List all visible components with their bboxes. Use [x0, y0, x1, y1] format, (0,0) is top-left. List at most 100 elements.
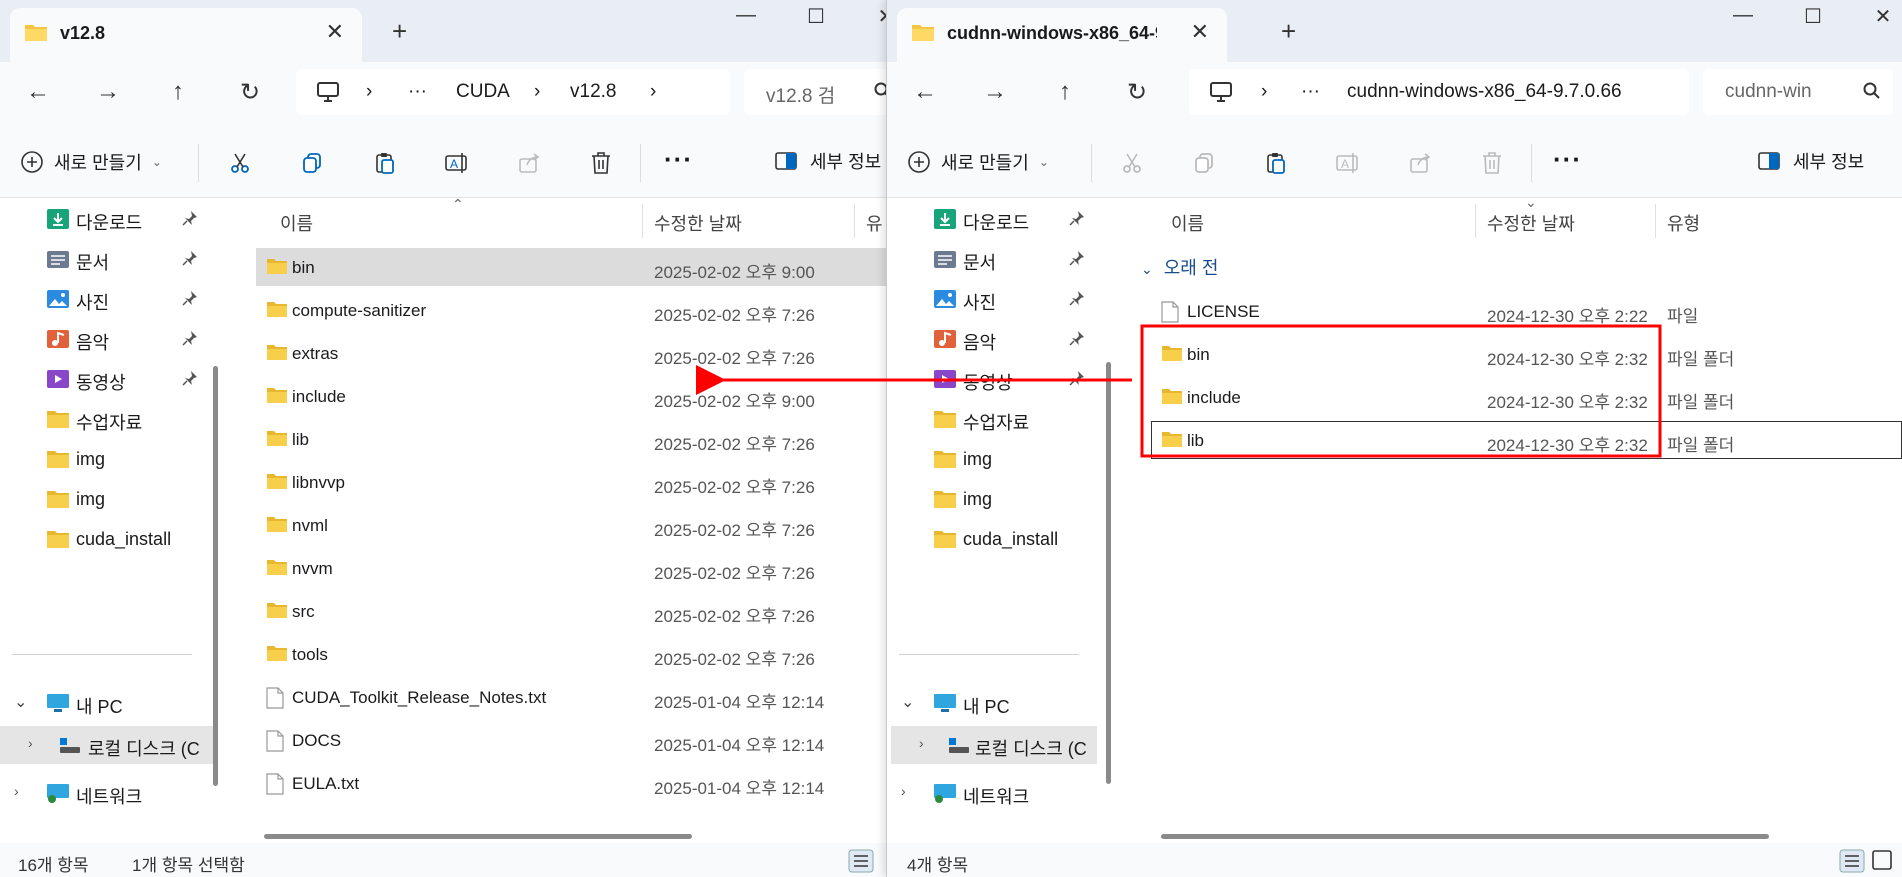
nav-local-disk[interactable]: › 로컬 디스크 (C — [0, 726, 218, 764]
nav-network[interactable]: › 네트워크 — [887, 774, 1097, 812]
file-row[interactable]: EULA.txt2025-01-04 오후 12:14텍 — [256, 764, 886, 802]
cut-icon[interactable] — [1117, 148, 1147, 178]
maximize-button[interactable]: ☐ — [1793, 4, 1833, 29]
maximize-button[interactable]: ☐ — [796, 4, 836, 29]
chevron-down-icon[interactable]: ⌄ — [14, 692, 27, 712]
nav-this-pc[interactable]: ⌄ 내 PC — [0, 684, 210, 722]
close-tab-icon[interactable]: ✕ — [326, 19, 344, 45]
file-row[interactable]: nvvm2025-02-02 오후 7:26파 — [256, 549, 886, 587]
breadcrumb-v12-8[interactable]: v12.8 — [570, 81, 616, 103]
chevron-right-icon[interactable]: › — [919, 735, 924, 751]
breadcrumb-more[interactable]: ··· — [408, 81, 427, 103]
sidebar-item[interactable]: 다운로드 — [0, 200, 210, 238]
file-row[interactable]: lib2025-02-02 오후 7:26파 — [256, 420, 886, 458]
sidebar-item[interactable]: 다운로드 — [887, 200, 1097, 238]
file-row[interactable]: libnvvp2025-02-02 오후 7:26파 — [256, 463, 886, 501]
close-tab-icon[interactable]: ✕ — [1191, 19, 1209, 45]
refresh-button[interactable]: ↻ — [1119, 78, 1155, 107]
details-button[interactable]: 세부 정보 — [774, 148, 881, 174]
file-row[interactable]: tools2025-02-02 오후 7:26파 — [256, 635, 886, 673]
breadcrumb-cudnn[interactable]: cudnn-windows-x86_64-9.7.0.66 — [1347, 81, 1647, 103]
chevron-right-icon[interactable]: › — [28, 735, 33, 751]
sidebar-item[interactable]: img — [0, 480, 210, 518]
sidebar-item[interactable]: 음악 — [0, 320, 210, 358]
file-row[interactable]: lib 2024-12-30 오후 2:32 파일 폴더 — [1151, 421, 1902, 459]
nav-scrollbar[interactable] — [213, 366, 218, 786]
forward-button[interactable]: → — [977, 78, 1013, 106]
copy-icon[interactable] — [1189, 148, 1219, 178]
column-divider[interactable] — [854, 204, 855, 238]
paste-icon[interactable] — [1261, 148, 1291, 178]
sidebar-item[interactable]: cuda_install — [0, 520, 210, 558]
breadcrumb-more[interactable]: ··· — [1301, 81, 1320, 103]
column-divider[interactable] — [1475, 204, 1476, 238]
nav-this-pc[interactable]: ⌄ 내 PC — [887, 684, 1097, 722]
file-row[interactable]: DOCS2025-01-04 오후 12:14파 — [256, 721, 886, 759]
column-header-name[interactable]: 이름 — [1171, 210, 1204, 236]
new-tab-button[interactable]: + — [1281, 16, 1296, 47]
sidebar-item[interactable]: img — [887, 440, 1097, 478]
large-icons-view-icon[interactable] — [1871, 849, 1893, 871]
details-button[interactable]: 세부 정보 — [1757, 148, 1864, 174]
nav-scrollbar[interactable] — [1106, 362, 1111, 784]
sidebar-item[interactable]: img — [887, 480, 1097, 518]
breadcrumb-cuda[interactable]: CUDA — [456, 81, 510, 103]
sidebar-item[interactable]: 동영상 — [887, 360, 1097, 398]
sidebar-item[interactable]: 사진 — [0, 280, 210, 318]
file-row[interactable]: src2025-02-02 오후 7:26파 — [256, 592, 886, 630]
column-header-name[interactable]: 이름 — [280, 210, 313, 236]
sidebar-item[interactable]: 수업자료 — [887, 400, 1097, 438]
file-row[interactable]: LICENSE 2024-12-30 오후 2:22 파일 — [1151, 292, 1902, 330]
cut-icon[interactable] — [225, 148, 255, 178]
nav-local-disk[interactable]: › 로컬 디스크 (C — [891, 726, 1097, 764]
nav-network[interactable]: › 네트워크 — [0, 774, 210, 812]
up-button[interactable]: ↑ — [160, 78, 196, 106]
file-row[interactable]: compute-sanitizer2025-02-02 오후 7:26파 — [256, 291, 886, 329]
forward-button[interactable]: → — [90, 78, 126, 106]
more-options-icon[interactable]: ··· — [1553, 144, 1582, 175]
horizontal-scrollbar[interactable] — [1161, 834, 1769, 839]
minimize-button[interactable]: — — [1723, 4, 1763, 27]
share-icon[interactable] — [1405, 148, 1435, 178]
address-bar[interactable]: › ··· CUDA › v12.8 › — [296, 69, 730, 115]
file-row[interactable]: bin 2024-12-30 오후 2:32 파일 폴더 — [1151, 335, 1902, 373]
back-button[interactable]: ← — [907, 78, 943, 106]
refresh-button[interactable]: ↻ — [232, 78, 268, 107]
minimize-button[interactable]: — — [726, 4, 766, 27]
new-button[interactable]: 새로 만들기 ⌄ — [20, 148, 162, 176]
copy-icon[interactable] — [297, 148, 327, 178]
sidebar-item[interactable]: 음악 — [887, 320, 1097, 358]
tab-v12-8[interactable]: v12.8 ✕ — [10, 8, 362, 62]
delete-icon[interactable] — [1477, 148, 1507, 178]
file-row[interactable]: nvml2025-02-02 오후 7:26파 — [256, 506, 886, 544]
chevron-right-icon[interactable]: › — [650, 81, 656, 103]
file-row[interactable]: extras2025-02-02 오후 7:26파 — [256, 334, 886, 372]
file-row[interactable]: include2025-02-02 오후 9:00파 — [256, 377, 886, 415]
sidebar-item[interactable]: 사진 — [887, 280, 1097, 318]
search-input[interactable]: cudnn-win — [1725, 81, 1830, 103]
column-header-type[interactable]: 유형 — [1667, 210, 1700, 236]
column-divider[interactable] — [1655, 204, 1656, 238]
sidebar-item[interactable]: cuda_install — [887, 520, 1097, 558]
search-box[interactable]: cudnn-win — [1703, 69, 1893, 115]
address-bar[interactable]: › ··· cudnn-windows-x86_64-9.7.0.66 — [1189, 69, 1689, 115]
back-button[interactable]: ← — [20, 78, 56, 106]
rename-icon[interactable]: A — [442, 148, 472, 178]
chevron-down-icon[interactable]: ⌄ — [901, 692, 914, 712]
file-row[interactable]: CUDA_Toolkit_Release_Notes.txt 2025-01-04… — [256, 678, 886, 716]
paste-icon[interactable] — [370, 148, 400, 178]
close-window-button[interactable]: ✕ — [1863, 4, 1902, 29]
chevron-right-icon[interactable]: › — [901, 783, 906, 799]
share-icon[interactable] — [514, 148, 544, 178]
search-box[interactable]: v12.8 검 — [744, 69, 886, 115]
column-divider[interactable] — [642, 204, 643, 238]
column-header-date[interactable]: 수정한 날짜 — [1487, 210, 1575, 236]
tab-cudnn[interactable]: cudnn-windows-x86_64-9.7.0 ✕ — [897, 8, 1227, 62]
file-row[interactable]: bin2025-02-02 오후 9:00파 — [256, 248, 886, 286]
search-input[interactable]: v12.8 검 — [766, 81, 871, 108]
new-button[interactable]: 새로 만들기 ⌄ — [907, 148, 1049, 176]
up-button[interactable]: ↑ — [1047, 78, 1083, 106]
new-tab-button[interactable]: + — [392, 16, 407, 47]
file-row[interactable]: include 2024-12-30 오후 2:32 파일 폴더 — [1151, 378, 1902, 416]
sidebar-item[interactable]: img — [0, 440, 210, 478]
